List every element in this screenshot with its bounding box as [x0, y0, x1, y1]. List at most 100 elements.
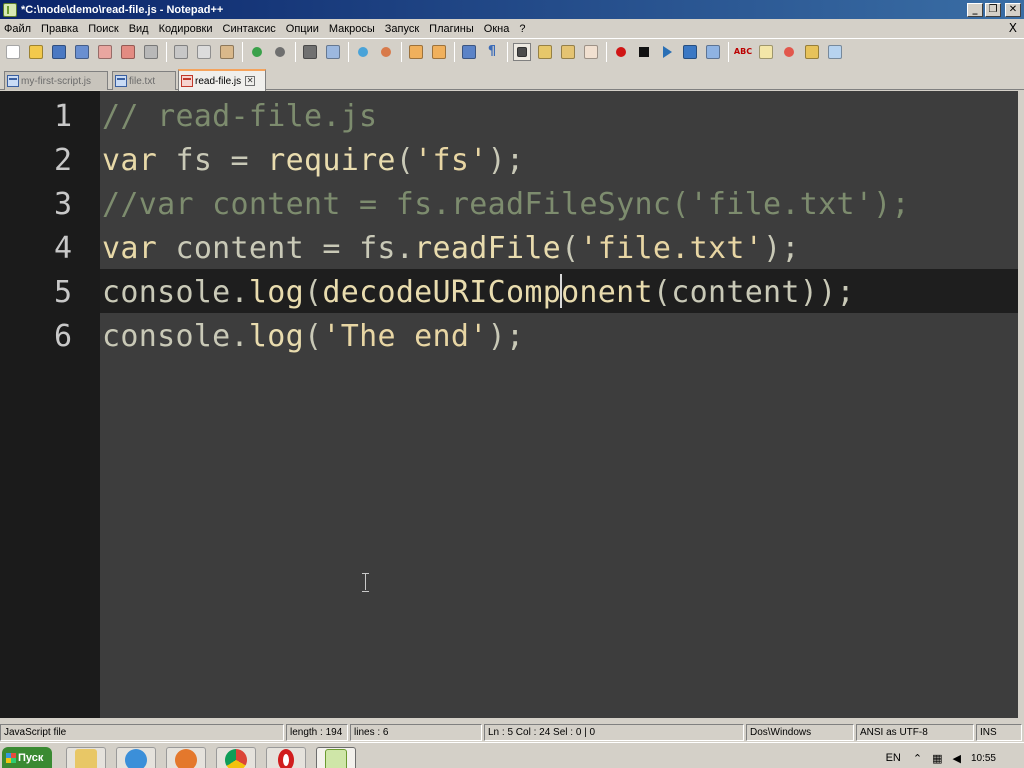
code-token: log	[248, 275, 304, 310]
function-list-icon[interactable]	[582, 43, 600, 61]
cut-icon[interactable]	[172, 43, 190, 61]
show-all-chars-icon[interactable]: ¶	[483, 43, 501, 61]
menu-help[interactable]: ?	[514, 23, 530, 35]
tray-expand-icon[interactable]: ⌃	[913, 752, 922, 765]
line-number: 4	[53, 231, 72, 266]
code-token: decodeURIComponent	[322, 275, 653, 310]
doc-map-icon[interactable]	[559, 43, 577, 61]
code-token: console.	[102, 275, 249, 310]
code-line[interactable]: console.log('The end');	[102, 315, 524, 359]
undo-icon[interactable]	[248, 43, 266, 61]
modified-file-icon	[181, 75, 193, 87]
explorer-icon[interactable]	[66, 747, 106, 768]
code-editor[interactable]: 1// read-file.js 2 var fs = require('fs');…	[0, 91, 1018, 718]
spell-check-icon[interactable]: ABC	[734, 43, 752, 61]
stop-macro-icon[interactable]	[635, 43, 653, 61]
code-token: );	[487, 319, 525, 354]
minimize-button[interactable]: _	[967, 2, 983, 17]
play-macro-icon[interactable]	[658, 43, 676, 61]
sync-vertical-icon[interactable]	[407, 43, 425, 61]
copy-icon[interactable]	[195, 43, 213, 61]
code-line[interactable]: var content = fs.readFile('file.txt');	[102, 227, 800, 271]
folder-icon[interactable]	[803, 43, 821, 61]
internet-explorer-icon[interactable]	[116, 747, 156, 768]
vertical-scrollbar[interactable]	[1018, 91, 1024, 718]
firefox-icon[interactable]	[166, 747, 206, 768]
code-line[interactable]: // read-file.js	[102, 95, 377, 139]
menu-edit[interactable]: Правка	[36, 23, 83, 35]
run-macro-multiple-icon[interactable]	[681, 43, 699, 61]
spell-check-label: ABC	[733, 47, 753, 56]
status-encoding: ANSI as UTF-8	[856, 724, 974, 741]
save-icon[interactable]	[50, 43, 68, 61]
bookmark-icon[interactable]	[780, 43, 798, 61]
menu-run[interactable]: Запуск	[380, 23, 424, 35]
code-token: fs =	[157, 143, 268, 178]
taskbar: Пуск EN ⌃ ▦ ◀ 10:55	[0, 742, 1024, 768]
menu-macro[interactable]: Макросы	[324, 23, 380, 35]
open-file-icon[interactable]	[27, 43, 45, 61]
close-file-icon[interactable]	[96, 43, 114, 61]
notepad-plus-plus-window: *C:\node\demo\read-file.js - Notepad++ _…	[0, 0, 1024, 768]
record-macro-icon[interactable]	[612, 43, 630, 61]
network-icon[interactable]: ▦	[932, 752, 942, 765]
code-token: 'file.txt'	[579, 231, 764, 266]
clock[interactable]: 10:55	[971, 753, 996, 764]
tab-my-first-script[interactable]: my-first-script.js	[4, 71, 108, 90]
close-all-icon[interactable]	[119, 43, 137, 61]
chrome-icon[interactable]	[216, 747, 256, 768]
save-all-icon[interactable]	[73, 43, 91, 61]
status-language: JavaScript file	[0, 724, 284, 741]
print-icon[interactable]	[142, 43, 160, 61]
close-document-button[interactable]: X	[1009, 21, 1017, 35]
menu-plugins[interactable]: Плагины	[424, 23, 479, 35]
code-token: // read-file.js	[102, 99, 378, 134]
code-line[interactable]: //var content = fs.readFileSync('file.tx…	[102, 183, 910, 227]
mouse-ibeam-cursor	[362, 573, 370, 592]
word-wrap-icon[interactable]	[460, 43, 478, 61]
menu-encoding[interactable]: Кодировки	[154, 23, 218, 35]
spell-next-icon[interactable]	[757, 43, 775, 61]
indent-guide-icon[interactable]	[513, 42, 531, 61]
start-button[interactable]: Пуск	[2, 747, 52, 768]
find-icon[interactable]	[301, 43, 319, 61]
menu-view[interactable]: Вид	[124, 23, 154, 35]
zoom-in-icon[interactable]	[354, 43, 372, 61]
opera-icon[interactable]	[266, 747, 306, 768]
volume-icon[interactable]: ◀	[953, 752, 961, 765]
notepad-plus-plus-taskbar-icon[interactable]	[316, 747, 356, 768]
close-button[interactable]: ✕	[1005, 2, 1021, 17]
tab-read-file[interactable]: read-file.js ✕	[178, 69, 266, 91]
menu-settings[interactable]: Опции	[281, 23, 324, 35]
abc-check-icon[interactable]	[826, 43, 844, 61]
save-macro-icon[interactable]	[704, 43, 722, 61]
status-lines: lines : 6	[350, 724, 482, 741]
title-bar[interactable]: *C:\node\demo\read-file.js - Notepad++ _…	[0, 0, 1024, 19]
code-token: require	[267, 143, 396, 178]
sync-horizontal-icon[interactable]	[430, 43, 448, 61]
line-number: 2	[53, 143, 72, 178]
code-token: content = fs.	[157, 231, 415, 266]
toolbar-separator	[606, 41, 607, 62]
menu-window[interactable]: Окна	[479, 23, 515, 35]
code-line[interactable]: var fs = require('fs');	[102, 139, 524, 183]
line-number: 3	[53, 187, 72, 222]
redo-icon[interactable]	[271, 43, 289, 61]
user-language-icon[interactable]	[536, 43, 554, 61]
tab-label: my-first-script.js	[21, 75, 91, 87]
code-token: var	[102, 231, 158, 266]
code-token: //var content = fs.readFileSync('file.tx…	[102, 187, 910, 222]
menu-language[interactable]: Синтаксис	[218, 23, 281, 35]
status-position: Ln : 5 Col : 24 Sel : 0 | 0	[484, 724, 744, 741]
replace-icon[interactable]	[324, 43, 342, 61]
zoom-out-icon[interactable]	[377, 43, 395, 61]
tab-file-txt[interactable]: file.txt	[112, 71, 176, 90]
paste-icon[interactable]	[218, 43, 236, 61]
code-line[interactable]: console.log(decodeURIComponent(content))…	[102, 271, 855, 315]
close-tab-icon[interactable]: ✕	[245, 76, 256, 86]
restore-button[interactable]: ❐	[985, 2, 1001, 17]
menu-search[interactable]: Поиск	[83, 23, 123, 35]
input-language[interactable]: EN	[886, 752, 901, 764]
menu-file[interactable]: Файл	[0, 23, 36, 35]
new-file-icon[interactable]	[4, 43, 22, 61]
